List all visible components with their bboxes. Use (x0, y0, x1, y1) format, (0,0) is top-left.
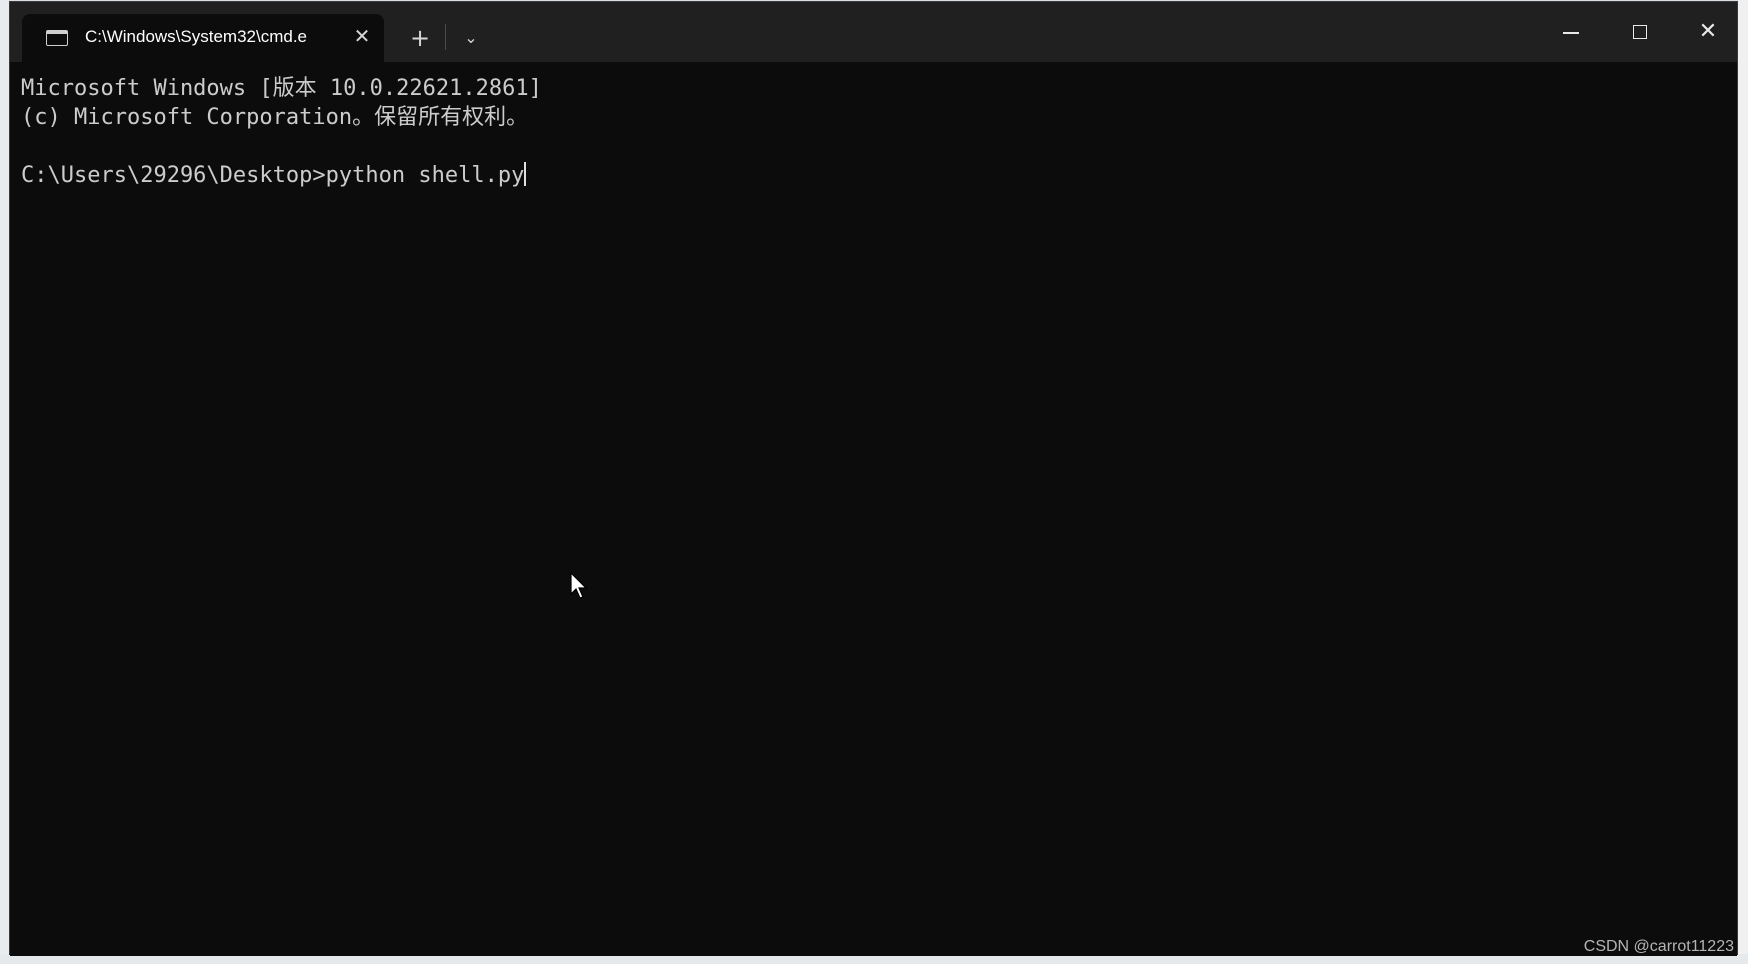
minimize-button[interactable] (1537, 2, 1605, 62)
desktop-left-edge (0, 0, 9, 964)
text-cursor (524, 162, 527, 186)
tab-divider (445, 24, 446, 50)
close-window-button[interactable]: ✕ (1674, 2, 1742, 62)
terminal-icon (46, 30, 68, 46)
terminal-window: C:\Windows\System32\cmd.e ✕ + ⌄ ✕ Micros… (9, 1, 1738, 956)
command-prompt-line[interactable]: C:\Users\29296\Desktop>python shell.py (21, 161, 1737, 190)
title-bar[interactable]: C:\Windows\System32\cmd.e ✕ + ⌄ ✕ (10, 2, 1737, 62)
maximize-icon (1633, 25, 1647, 39)
console-line: (c) Microsoft Corporation。保留所有权利。 (21, 105, 529, 130)
console-output[interactable]: Microsoft Windows [版本 10.0.22621.2861] (… (10, 62, 1737, 956)
chevron-down-icon[interactable]: ⌄ (455, 22, 487, 54)
mouse-pointer-icon (570, 572, 588, 599)
watermark-text: CSDN @carrot11223 (1583, 938, 1734, 955)
new-tab-button[interactable]: + (404, 22, 436, 54)
tab-cmd[interactable]: C:\Windows\System32\cmd.e ✕ (22, 14, 384, 62)
minimize-icon (1563, 32, 1579, 34)
console-line: Microsoft Windows [版本 10.0.22621.2861] (21, 76, 542, 101)
desktop-right-edge (1738, 0, 1748, 964)
tab-title: C:\Windows\System32\cmd.e (85, 27, 308, 46)
close-tab-icon[interactable]: ✕ (349, 23, 375, 49)
maximize-button[interactable] (1606, 2, 1674, 62)
prompt-text: C:\Users\29296\Desktop>python shell.py (21, 163, 525, 188)
